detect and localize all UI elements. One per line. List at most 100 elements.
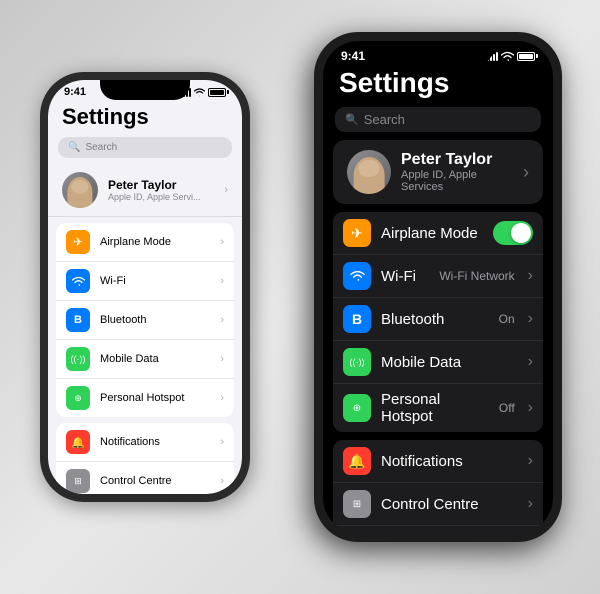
light-wifi-icon [194,88,205,97]
dark-row-mobile[interactable]: ((·)) Mobile Data › [333,341,543,384]
light-search-icon: 🔍 [68,142,80,153]
dark-time: 9:41 [341,49,365,63]
dark-row-wifi[interactable]: Wi-Fi Wi-Fi Network › [333,255,543,298]
dark-wifi-icon [501,51,514,62]
dark-notifications-icon: 🔔 [343,447,371,475]
light-hotspot-icon: ⊕ [66,386,90,410]
dark-wifi-icon-box [343,262,371,290]
light-control-icon: ⊞ [66,469,90,493]
dark-airplane-label: Airplane Mode [381,225,483,242]
dark-row-hotspot[interactable]: ⊕ Personal Hotspot Off › [333,384,543,432]
dark-notifications-chevron: › [528,452,533,470]
light-notifications-icon: 🔔 [66,430,90,454]
dark-battery [517,52,535,61]
mute-dark [319,101,322,121]
dark-hotspot-value: Off [499,401,515,415]
dark-bluetooth-chevron: › [528,310,533,328]
dark-mobile-label: Mobile Data [381,354,518,371]
dark-profile-info: Peter Taylor Apple ID, Apple Services [401,151,513,193]
light-row-hotspot[interactable]: ⊕ Personal Hotspot › [56,379,234,417]
light-wifi-label: Wi-Fi [100,275,210,287]
light-airplane-icon: ✈ [66,230,90,254]
light-bluetooth-icon: B [66,308,90,332]
dark-control-icon: ⊞ [343,490,371,518]
dark-wifi-label: Wi-Fi [381,268,429,285]
light-settings-title: Settings [48,98,242,134]
dark-airplane-icon: ✈ [343,219,371,247]
dark-row-airplane[interactable]: ✈ Airplane Mode [333,212,543,255]
dark-row-control[interactable]: ⊞ Control Centre › [333,483,543,526]
light-profile-sub: Apple ID, Apple Servi... [108,192,214,202]
dark-avatar [347,150,391,194]
dark-row-notifications[interactable]: 🔔 Notifications › [333,440,543,483]
dark-section-1: ✈ Airplane Mode Wi-Fi Wi-Fi Network › B … [333,212,543,432]
dark-hotspot-chevron: › [528,399,533,417]
light-notifications-label: Notifications [100,436,210,448]
dark-profile-row[interactable]: Peter Taylor Apple ID, Apple Services › [333,140,543,204]
light-row-control[interactable]: ⊞ Control Centre › [56,462,234,494]
light-time: 9:41 [64,86,86,98]
light-mobile-icon: ((·)) [66,347,90,371]
light-battery [208,88,226,97]
dark-control-chevron: › [528,495,533,513]
dark-search-bar[interactable]: 🔍 Search [335,107,541,132]
dark-row-disturb[interactable]: 🌙 Do Not Disturb › [333,526,543,533]
mute-light [44,130,47,146]
dark-search-icon: 🔍 [345,113,359,126]
dark-mobile-chevron: › [528,353,533,371]
light-control-chevron: › [220,475,224,487]
dark-bluetooth-value: On [499,312,515,326]
power-button-light [243,160,246,188]
vol-down-light [44,180,47,202]
light-section-1: ✈ Airplane Mode › Wi-Fi › B Bluetooth › [56,223,234,417]
dark-control-label: Control Centre [381,496,518,513]
light-notch [100,80,190,100]
light-screen: 9:41 Settings [48,80,242,494]
light-profile-name: Peter Taylor [108,178,214,192]
light-profile-row[interactable]: Peter Taylor Apple ID, Apple Servi... › [48,164,242,217]
light-bluetooth-chevron: › [220,314,224,326]
light-mobile-label: Mobile Data [100,353,210,365]
light-hotspot-label: Personal Hotspot [100,392,210,404]
light-row-notifications[interactable]: 🔔 Notifications › [56,423,234,462]
light-control-label: Control Centre [100,475,210,487]
light-notifications-chevron: › [220,436,224,448]
dark-notifications-label: Notifications [381,453,518,470]
dark-bluetooth-label: Bluetooth [381,311,489,328]
vol-down-dark [319,163,322,191]
dark-notch [383,41,493,65]
vol-up-dark [319,126,322,154]
dark-profile-sub: Apple ID, Apple Services [401,169,513,193]
dark-bluetooth-icon: B [343,305,371,333]
dark-row-bluetooth[interactable]: B Bluetooth On › [333,298,543,341]
dark-search-placeholder: Search [364,112,405,127]
dark-status-icons [487,51,535,62]
light-profile-chevron: › [224,184,228,196]
dark-wifi-chevron: › [528,267,533,285]
light-row-airplane[interactable]: ✈ Airplane Mode › [56,223,234,262]
dark-settings-title: Settings [323,63,553,105]
light-phone: 9:41 Settings [40,72,250,502]
dark-mobile-icon: ((·)) [343,348,371,376]
dark-phone: 9:41 [314,32,562,542]
dark-airplane-toggle[interactable] [493,221,533,245]
light-airplane-chevron: › [220,236,224,248]
light-profile-info: Peter Taylor Apple ID, Apple Servi... [108,178,214,202]
light-wifi-chevron: › [220,275,224,287]
light-mobile-chevron: › [220,353,224,365]
light-hotspot-chevron: › [220,392,224,404]
phones-container: 9:41 Settings [10,12,590,582]
vol-up-light [44,150,47,172]
light-row-mobile[interactable]: ((·)) Mobile Data › [56,340,234,379]
dark-screen: 9:41 [323,41,553,533]
dark-section-2: 🔔 Notifications › ⊞ Control Centre › 🌙 D… [333,440,543,533]
dark-profile-chevron: › [523,162,529,183]
light-search-placeholder: Search [85,142,117,153]
light-avatar [62,172,98,208]
light-row-bluetooth[interactable]: B Bluetooth › [56,301,234,340]
light-row-wifi[interactable]: Wi-Fi › [56,262,234,301]
power-button-dark [554,141,557,177]
dark-hotspot-label: Personal Hotspot [381,391,489,425]
light-search-bar[interactable]: 🔍 Search [58,137,232,158]
light-section-2: 🔔 Notifications › ⊞ Control Centre › 🌙 D… [56,423,234,494]
